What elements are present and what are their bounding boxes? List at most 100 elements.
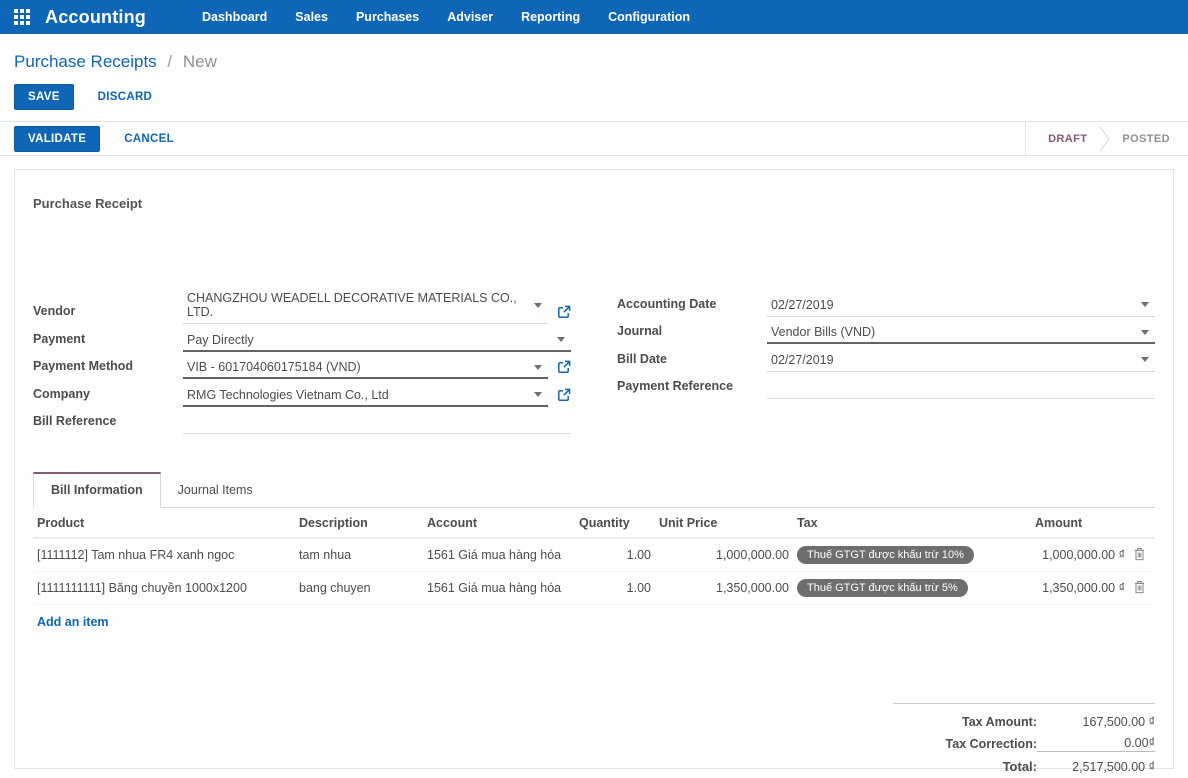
cell-quantity[interactable]: 1.00 [575,538,655,572]
payment-method-external-link-icon[interactable] [557,360,571,374]
table-row[interactable]: [1111111111] Băng chuyền 1000x1200 bang … [33,571,1155,605]
field-journal: Journal Vendor Bills (VND) [617,317,1155,344]
cell-description[interactable]: bang chuyen [295,571,423,605]
total-row-tax-amount: Tax Amount: 167,500.00 ₫ [893,712,1155,733]
tax-amount-value: 167,500.00 ₫ [1082,715,1155,729]
payment-select[interactable]: Pay Directly [183,331,571,352]
record-actions: SAVE DISCARD [0,72,1188,121]
journal-select[interactable]: Vendor Bills (VND) [767,323,1155,344]
delete-row-icon[interactable] [1133,580,1146,594]
cell-product[interactable]: [1111111111] Băng chuyền 1000x1200 [33,571,295,605]
payment-method-input[interactable]: VIB - 601704060175184 (VND) [183,358,548,379]
nav-item-sales[interactable]: Sales [285,10,338,24]
company-external-link-icon[interactable] [557,388,571,402]
app-title[interactable]: Accounting [45,7,146,28]
col-header-quantity[interactable]: Quantity [575,508,655,539]
payment-method-label: Payment Method [33,359,134,373]
form-fields: Vendor CHANGZHOU WEADELL DECORATIVE MATE… [33,289,1155,434]
breadcrumb-purchase-receipts[interactable]: Purchase Receipts [14,52,157,71]
payment-dropdown-caret-icon[interactable] [557,337,565,342]
col-header-account[interactable]: Account [423,508,575,539]
nav-item-adviser[interactable]: Adviser [437,10,503,24]
payment-label: Payment [33,331,86,346]
table-header-row: Product Description Account Quantity Uni… [33,508,1155,539]
bill-reference-input[interactable] [183,413,571,434]
tax-badge[interactable]: Thuế GTGT được khấu trừ 5% [797,579,968,597]
cell-product[interactable]: [1111112] Tam nhua FR4 xanh ngoc [33,538,295,572]
total-row-total: Total: 2,517,500.00 ₫ [893,756,1155,778]
breadcrumb-current: New [182,52,217,71]
save-button[interactable]: SAVE [14,84,74,110]
accounting-date-input[interactable]: 02/27/2019 [767,296,1155,317]
vendor-dropdown-caret-icon[interactable] [534,302,542,308]
cell-row-actions [1129,538,1155,572]
status-draft[interactable]: DRAFT [1048,133,1087,145]
table-row[interactable]: [1111112] Tam nhua FR4 xanh ngoc tam nhu… [33,538,1155,572]
top-navbar: Accounting Dashboard Sales Purchases Adv… [0,0,1188,34]
bill-date-dropdown-caret-icon[interactable] [1141,357,1149,362]
cell-unit-price[interactable]: 1,350,000.00 [655,571,793,605]
col-header-actions [1129,508,1155,539]
col-header-tax[interactable]: Tax [793,508,1031,539]
company-input[interactable]: RMG Technologies Vietnam Co., Ltd [183,386,548,407]
invoice-lines-table: Product Description Account Quantity Uni… [33,508,1155,605]
total-row-tax-correction: Tax Correction: 0.00₫ [893,733,1155,756]
cell-quantity[interactable]: 1.00 [575,571,655,605]
status-posted[interactable]: POSTED [1122,133,1170,145]
tax-amount-label: Tax Amount: [962,715,1037,729]
payment-method-dropdown-caret-icon[interactable] [534,364,542,370]
status-pipeline: DRAFT POSTED [1025,122,1188,155]
nav-item-configuration[interactable]: Configuration [598,10,700,24]
cell-description[interactable]: tam nhua [295,538,423,572]
accounting-date-label: Accounting Date [617,296,717,311]
add-an-item-link[interactable]: Add an item [33,605,113,639]
discard-button[interactable]: DISCARD [92,90,159,104]
cell-row-actions [1129,571,1155,605]
col-header-amount[interactable]: Amount [1031,508,1129,539]
bill-date-input[interactable]: 02/27/2019 [767,351,1155,372]
total-value: 2,517,500.00 ₫ [1072,759,1155,774]
bill-reference-label: Bill Reference [33,414,117,428]
cell-account[interactable]: 1561 Giá mua hàng hóa [423,571,575,605]
field-payment-method: Payment Method VIB - 601704060175184 (VN… [33,352,571,379]
cell-account[interactable]: 1561 Giá mua hàng hóa [423,538,575,572]
tax-badge[interactable]: Thuế GTGT được khấu trừ 10% [797,546,974,564]
journal-label: Journal [617,324,663,338]
col-header-product[interactable]: Product [33,508,295,539]
tab-journal-items[interactable]: Journal Items [161,473,270,507]
tax-correction-label: Tax Correction: [945,737,1037,751]
col-header-unit-price[interactable]: Unit Price [655,508,793,539]
cell-amount: 1,350,000.00 ₫ [1031,571,1129,605]
vendor-input[interactable]: CHANGZHOU WEADELL DECORATIVE MATERIALS C… [183,289,548,324]
cancel-button[interactable]: CANCEL [118,132,180,146]
nav-item-dashboard[interactable]: Dashboard [192,10,277,24]
vendor-external-link-icon[interactable] [557,305,571,319]
statusbar: VALIDATE CANCEL DRAFT POSTED [0,121,1188,156]
nav-item-reporting[interactable]: Reporting [511,10,590,24]
company-dropdown-caret-icon[interactable] [534,392,542,397]
field-payment-reference: Payment Reference [617,372,1155,399]
nav-item-purchases[interactable]: Purchases [346,10,429,24]
form-sheet: Purchase Receipt Vendor CHANGZHOU WEADEL… [14,169,1174,774]
journal-dropdown-caret-icon[interactable] [1141,329,1149,335]
cell-amount: 1,000,000.00 ₫ [1031,538,1129,572]
status-chevron-icon [1099,126,1111,151]
breadcrumb-separator: / [167,52,173,71]
apps-grid-icon[interactable] [14,9,30,25]
cell-tax: Thuế GTGT được khấu trừ 5% [793,571,1031,605]
cell-unit-price[interactable]: 1,000,000.00 [655,538,793,572]
cell-tax: Thuế GTGT được khấu trừ 10% [793,538,1031,572]
tab-bill-information[interactable]: Bill Information [33,472,161,508]
accounting-date-dropdown-caret-icon[interactable] [1141,302,1149,307]
col-header-description[interactable]: Description [295,508,423,539]
sheet-title: Purchase Receipt [33,196,143,211]
payment-reference-input[interactable] [767,378,1155,399]
payment-reference-label: Payment Reference [617,379,734,393]
field-bill-date: Bill Date 02/27/2019 [617,344,1155,372]
tax-correction-input[interactable]: 0.00₫ [1037,736,1155,752]
main-menu: Dashboard Sales Purchases Adviser Report… [192,10,708,24]
field-company: Company RMG Technologies Vietnam Co., Lt… [33,379,571,407]
delete-row-icon[interactable] [1133,547,1146,561]
validate-button[interactable]: VALIDATE [14,125,101,152]
form-right-column: Accounting Date 02/27/2019 Journal Vendo… [617,289,1155,399]
